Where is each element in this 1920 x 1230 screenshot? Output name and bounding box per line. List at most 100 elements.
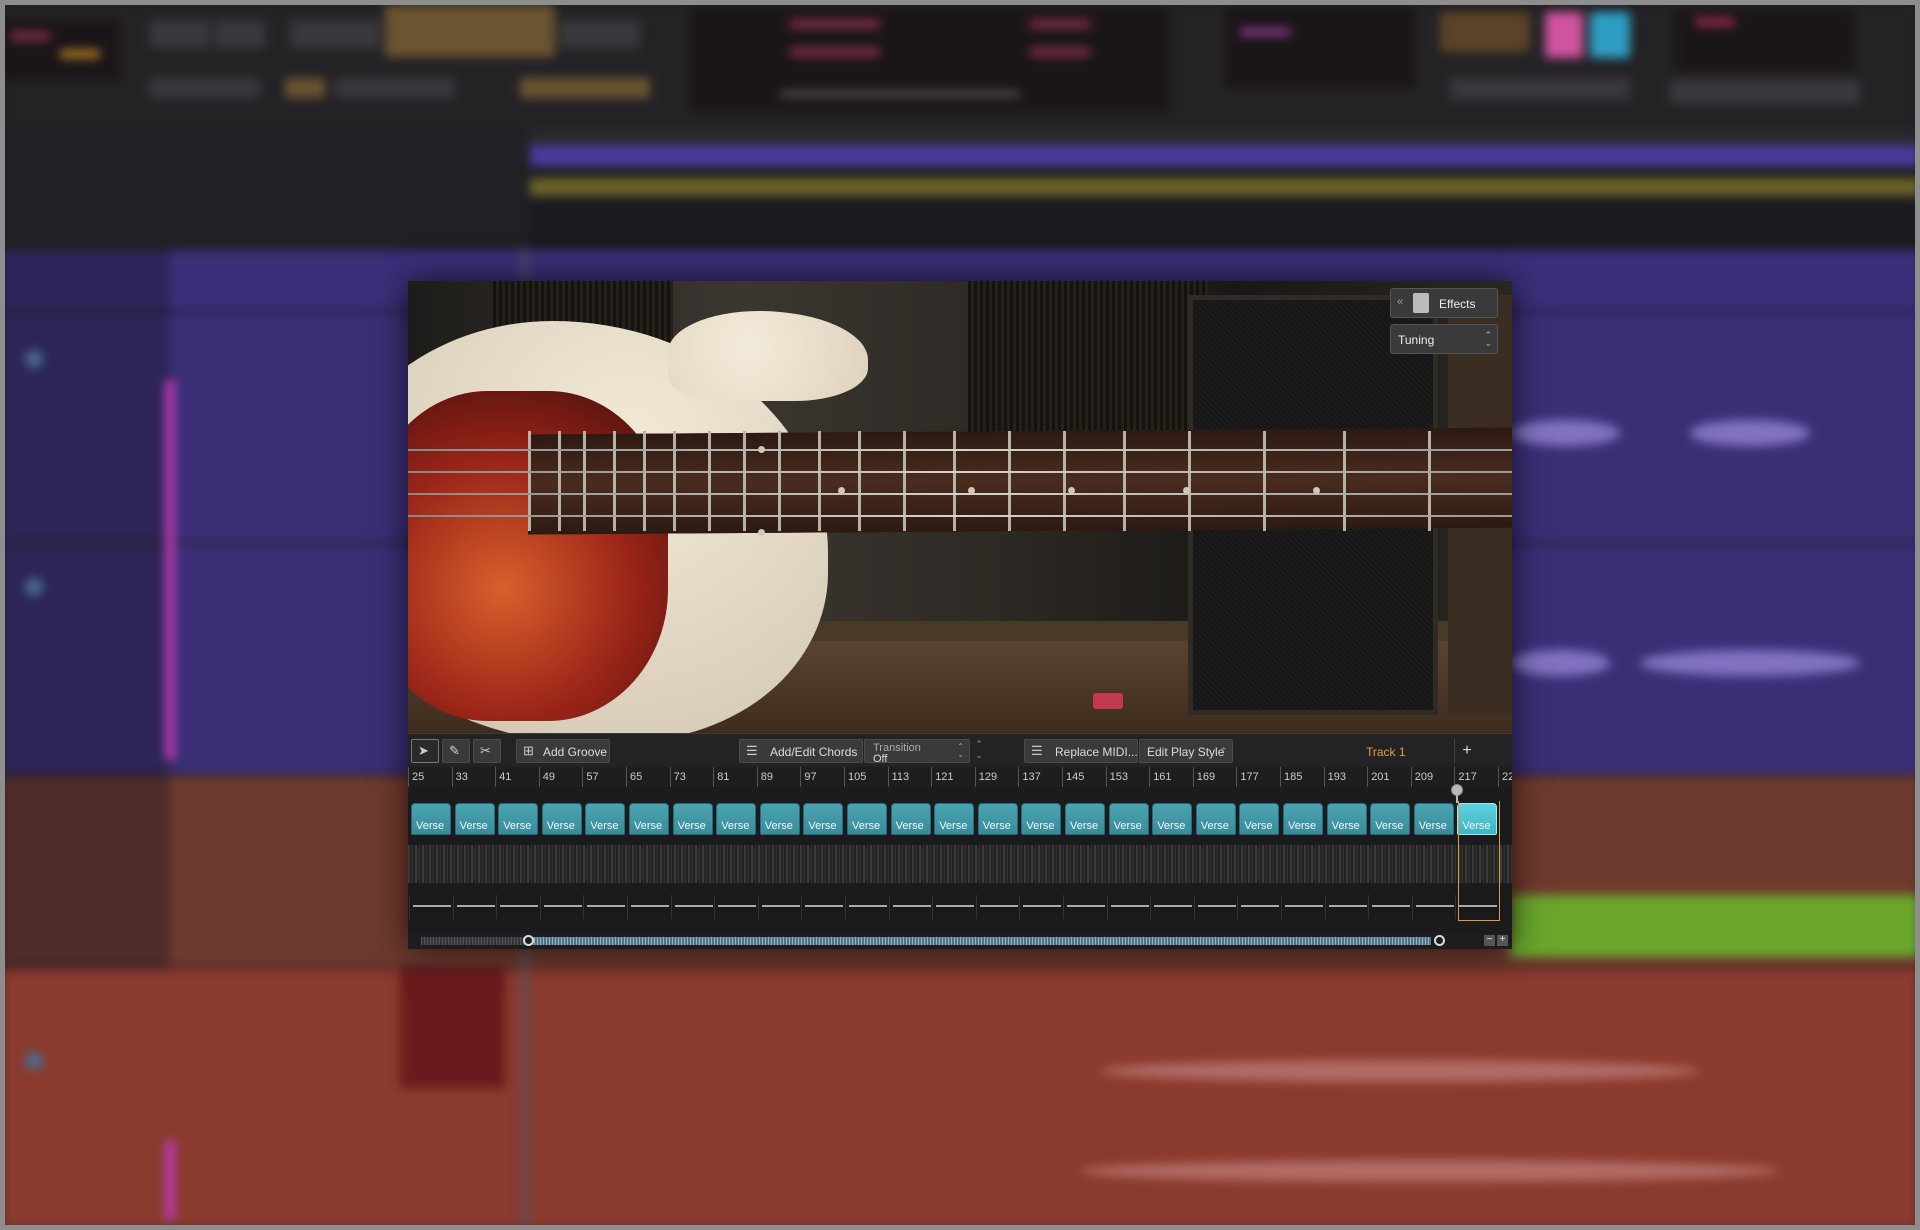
ruler-tick — [538, 767, 540, 787]
pattern-divider — [714, 895, 716, 919]
pattern-segment — [543, 905, 582, 907]
bar-number: 193 — [1327, 771, 1346, 783]
bar-number: 145 — [1066, 771, 1085, 783]
ruler-tick — [1410, 767, 1412, 787]
fret-dot — [758, 529, 765, 536]
add-track-button[interactable]: + — [1454, 739, 1479, 763]
pattern-segment — [805, 905, 844, 907]
timeline-ruler[interactable]: 25 33 41 49 57 65 73 81 89 97 105 113 121 129 137 145 15… — [408, 767, 1512, 787]
pattern-segment — [1328, 905, 1367, 907]
part-label: Verse — [677, 820, 706, 832]
daw-meter-bar — [165, 1140, 175, 1220]
verse-part[interactable]: Verse — [1370, 803, 1411, 835]
daw-tool — [1670, 80, 1860, 104]
daw-chord-lane — [530, 178, 1920, 196]
verse-part[interactable]: Verse — [847, 803, 887, 835]
transition-stepper[interactable]: ⌃ ⌄ — [970, 739, 988, 763]
daw-tool — [1450, 78, 1630, 100]
verse-part[interactable]: Verse — [629, 803, 669, 835]
bar-number: 209 — [1414, 771, 1434, 783]
pattern-segment — [1154, 905, 1193, 907]
ruler-tick — [408, 767, 409, 787]
verse-part[interactable]: Verse — [1413, 803, 1454, 835]
pattern-divider — [1193, 895, 1195, 919]
draw-tool-button[interactable]: ✎ — [442, 739, 470, 763]
part-label: Verse — [590, 820, 619, 832]
pattern-divider — [496, 895, 498, 919]
ruler-tick — [1149, 767, 1151, 787]
daw-tool — [1545, 12, 1583, 58]
effects-button[interactable]: « Effects — [1390, 288, 1498, 318]
pattern-lane — [408, 893, 1512, 919]
tuning-dropdown[interactable]: Tuning ⌃ ⌄ — [1390, 324, 1498, 354]
scrollbar-thumb[interactable] — [528, 937, 1431, 945]
part-label: Verse — [1157, 820, 1186, 832]
verse-part[interactable]: Verse — [541, 803, 582, 835]
bar-number: 97 — [804, 771, 817, 783]
pattern-divider — [627, 895, 628, 919]
verse-part[interactable]: Verse — [1152, 803, 1193, 835]
scroll-start-handle[interactable] — [523, 935, 534, 946]
bar-number: 201 — [1371, 771, 1390, 783]
daw-meter-bar — [165, 380, 175, 760]
ruler-tick — [1062, 767, 1063, 787]
bar-number: 137 — [1022, 771, 1041, 783]
verse-part[interactable]: Verse — [1108, 803, 1149, 835]
zoom-out-button[interactable]: − — [1484, 935, 1495, 946]
add-edit-chords-button[interactable]: ☰ Add/Edit Chords — [739, 739, 863, 763]
verse-part[interactable]: Verse — [498, 803, 539, 835]
edit-play-style-label: Edit Play Style — [1147, 745, 1225, 759]
fret-dot — [968, 487, 975, 494]
ruler-tick — [1105, 767, 1107, 787]
verse-part[interactable]: Verse — [890, 803, 931, 835]
part-label: Verse — [1113, 820, 1142, 832]
transition-dropdown[interactable]: Transition Off ⌃ ⌄ — [864, 739, 970, 765]
verse-part[interactable]: Verse — [716, 803, 757, 835]
scissors-icon: ✂ — [480, 743, 491, 758]
timeline-scrollbar[interactable]: − + — [408, 933, 1512, 949]
pattern-divider — [1281, 895, 1282, 919]
track-name[interactable]: Track 1 — [1366, 745, 1406, 759]
select-tool-button[interactable]: ➤ — [411, 739, 439, 763]
verse-part[interactable]: Verse — [1065, 803, 1105, 835]
bar-number: 177 — [1240, 771, 1259, 783]
pattern-divider — [1368, 895, 1370, 919]
bar-number: 89 — [760, 771, 774, 783]
bar-number: 217 — [1458, 771, 1477, 783]
daw-time-display — [690, 8, 1170, 112]
pencil-icon: ✎ — [449, 743, 460, 758]
pattern-segment — [761, 905, 800, 907]
tuning-label: Tuning — [1398, 333, 1435, 347]
verse-part[interactable]: Verse — [1195, 803, 1236, 835]
verse-part[interactable]: Verse — [1283, 803, 1323, 835]
add-groove-button[interactable]: ⊞ Add Groove — [516, 739, 610, 763]
scroll-end-handle[interactable] — [1434, 935, 1445, 946]
verse-part[interactable]: Verse — [759, 803, 800, 835]
pattern-segment — [1067, 905, 1105, 907]
replace-midi-button[interactable]: ☰ Replace MIDI... — [1024, 739, 1138, 763]
edit-play-style-button[interactable]: Edit Play Style ⌃ — [1139, 739, 1233, 763]
verse-part[interactable]: Verse — [934, 803, 975, 835]
selection-outline — [1458, 801, 1500, 921]
verse-part[interactable]: Verse — [454, 803, 495, 835]
pattern-divider — [845, 895, 846, 919]
fret-dot — [758, 446, 765, 453]
zoom-in-button[interactable]: + — [1497, 935, 1508, 946]
part-label: Verse — [895, 820, 924, 832]
pattern-divider — [1106, 895, 1108, 919]
verse-part[interactable]: Verse — [585, 803, 626, 835]
pattern-segment — [1285, 905, 1323, 907]
midi-icon: ☰ — [1031, 743, 1043, 758]
split-tool-button[interactable]: ✂ — [473, 739, 501, 763]
verse-part[interactable]: Verse — [1326, 803, 1367, 835]
verse-part[interactable]: Verse — [977, 803, 1018, 835]
ruler-tick — [1236, 767, 1238, 787]
verse-part[interactable]: Verse — [803, 803, 844, 835]
verse-part[interactable]: Verse — [411, 803, 451, 835]
verse-part[interactable]: Verse — [1239, 803, 1280, 835]
verse-part[interactable]: Verse — [1021, 803, 1062, 835]
part-label: Verse — [852, 820, 881, 832]
verse-part[interactable]: Verse — [672, 803, 713, 835]
pattern-segment — [1110, 905, 1149, 907]
bar-number: 22 — [1502, 771, 1512, 783]
